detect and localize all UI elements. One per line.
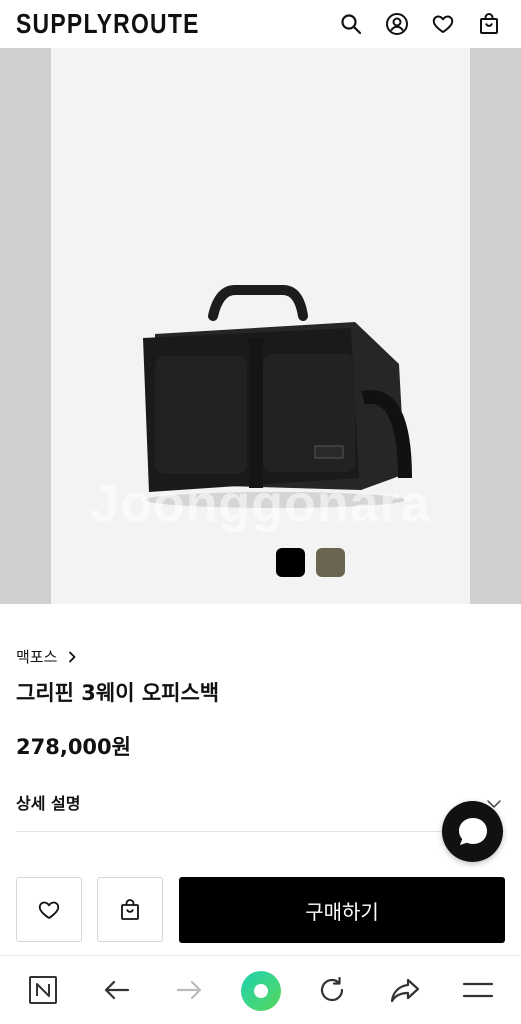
add-to-cart-button[interactable] [97, 877, 163, 942]
chat-bubble-icon [458, 817, 487, 845]
back-arrow-icon [104, 980, 130, 1000]
product-page: SUPPLYROUTE Joonggonara 맥포스 그리핀 3웨이 오피스백… [0, 0, 521, 1024]
search-icon[interactable] [339, 12, 363, 36]
green-home-button[interactable] [240, 970, 282, 1012]
heart-outline-icon [38, 901, 60, 919]
site-logo[interactable]: SUPPLYROUTE [16, 8, 200, 40]
browser-navigation-bar [0, 955, 521, 1024]
color-swatch-group [276, 548, 345, 577]
menu-button[interactable] [460, 972, 496, 1008]
detail-description-label: 상세 설명 [16, 794, 81, 813]
color-swatch-black[interactable] [276, 548, 305, 577]
wishlist-heart-icon[interactable] [431, 12, 455, 36]
forward-button[interactable] [171, 972, 207, 1008]
account-icon[interactable] [385, 12, 409, 36]
product-title: 그리핀 3웨이 오피스백 [16, 681, 220, 705]
brand-link[interactable]: 맥포스 [16, 646, 79, 667]
header-icon-group [339, 12, 501, 36]
chat-floating-button[interactable] [442, 801, 503, 862]
previous-slide-peek[interactable] [0, 48, 51, 604]
product-image-gallery[interactable]: Joonggonara [0, 48, 521, 604]
product-image-slide[interactable]: Joonggonara [51, 48, 470, 604]
watermark-text: Joonggonara [90, 475, 431, 533]
brand-name: 맥포스 [16, 648, 58, 666]
buy-now-button[interactable]: 구매하기 [179, 877, 505, 943]
share-icon [390, 978, 420, 1003]
menu-icon [462, 982, 494, 998]
naver-home-button[interactable] [25, 972, 61, 1008]
forward-arrow-icon [176, 980, 202, 1000]
color-swatch-khaki[interactable] [316, 548, 345, 577]
refresh-button[interactable] [314, 972, 350, 1008]
refresh-icon [320, 976, 344, 1002]
green-home-dot-icon [241, 971, 281, 1011]
chevron-right-icon [69, 651, 76, 662]
share-button[interactable] [387, 972, 423, 1008]
back-button[interactable] [99, 972, 135, 1008]
product-price: 278,000원 [16, 735, 131, 759]
detail-description-toggle[interactable]: 상세 설명 [16, 790, 504, 832]
naver-n-icon [29, 976, 57, 1004]
wishlist-button[interactable] [16, 877, 82, 942]
shopping-bag-icon [121, 898, 139, 920]
cart-bag-icon[interactable] [477, 12, 501, 36]
next-slide-peek[interactable] [470, 48, 521, 604]
site-header: SUPPLYROUTE [0, 0, 521, 48]
